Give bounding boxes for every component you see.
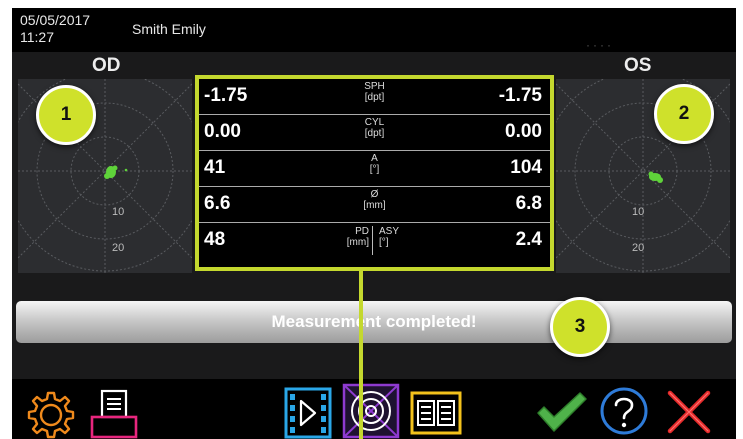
cyl-label: CYL [dpt] <box>199 117 550 139</box>
od-measurement-spot <box>104 165 128 179</box>
os-sph-value: -1.75 <box>498 85 542 106</box>
sph-label-unit: [dpt] <box>364 92 385 103</box>
axis-label: A [°] <box>199 153 550 175</box>
pd-value: 48 <box>204 229 226 250</box>
pd-label-unit: [mm] <box>346 237 369 248</box>
pd-label-name: PD <box>355 226 369 237</box>
cyl-label-name: CYL <box>364 117 385 128</box>
callout-badge-1: 1 <box>36 85 96 145</box>
diameter-label: Ø [mm] <box>199 189 550 211</box>
help-icon[interactable] <box>598 385 650 437</box>
top-bar: 05/05/2017 11:27 Smith Emily ···· <box>12 8 736 52</box>
status-bar: Measurement completed! <box>16 301 732 343</box>
od-ring-label-10: 10 <box>112 206 124 218</box>
axis-row: 41 A [°] 104 <box>199 151 550 187</box>
od-ring-label-20: 20 <box>112 242 124 254</box>
sph-label-name: SPH <box>364 81 385 92</box>
time-text: 11:27 <box>20 29 54 45</box>
device-screen: 05/05/2017 11:27 Smith Emily ···· OD OS … <box>12 8 736 439</box>
diameter-label-name: Ø <box>370 189 379 200</box>
asy-value: 2.4 <box>515 229 542 250</box>
checkmark-icon[interactable] <box>534 391 588 435</box>
os-measurement-spot <box>648 171 663 183</box>
os-diameter-value: 6.8 <box>515 193 542 214</box>
os-axis-value: 104 <box>510 157 542 178</box>
os-label: OS <box>624 55 652 76</box>
printer-icon[interactable] <box>88 387 140 439</box>
od-label: OD <box>92 55 121 76</box>
asy-label-unit: [°] <box>379 237 389 248</box>
report-icon[interactable] <box>408 389 464 437</box>
pd-row: 48 PD [mm] ASY [°] 2.4 <box>199 223 550 258</box>
callout-badge-2: 2 <box>654 84 714 144</box>
callout-connector <box>359 268 363 439</box>
diameter-label-unit: [mm] <box>363 200 386 211</box>
os-ring-label-10: 10 <box>632 206 644 218</box>
os-cyl-value: 0.00 <box>505 121 542 142</box>
sph-label: SPH [dpt] <box>199 81 550 103</box>
asy-label: ASY [°] <box>379 226 409 248</box>
close-icon[interactable] <box>664 387 714 437</box>
pd-separator <box>372 226 373 255</box>
cyl-label-unit: [dpt] <box>364 128 385 139</box>
measurement-table: -1.75 SPH [dpt] -1.75 0.00 CYL [dpt] 0.0… <box>195 75 554 271</box>
date-text: 05/05/2017 <box>20 12 91 28</box>
bottom-toolbar <box>12 379 736 439</box>
axis-label-name: A <box>371 153 378 164</box>
status-dots: ···· <box>586 38 614 52</box>
video-icon[interactable] <box>280 385 336 439</box>
axis-label-unit: [°] <box>369 164 380 175</box>
pd-label: PD [mm] <box>309 226 369 248</box>
diameter-row: 6.6 Ø [mm] 6.8 <box>199 187 550 223</box>
asy-label-name: ASY <box>379 226 400 237</box>
gear-icon[interactable] <box>26 391 76 439</box>
date-time: 05/05/2017 11:27 <box>20 12 90 46</box>
os-ring-label-20: 20 <box>632 242 644 254</box>
sph-row: -1.75 SPH [dpt] -1.75 <box>199 79 550 115</box>
status-message: Measurement completed! <box>271 312 477 331</box>
target-icon[interactable] <box>342 383 400 439</box>
patient-name: Smith Emily <box>132 21 206 37</box>
cyl-row: 0.00 CYL [dpt] 0.00 <box>199 115 550 151</box>
callout-badge-3: 3 <box>550 297 610 357</box>
